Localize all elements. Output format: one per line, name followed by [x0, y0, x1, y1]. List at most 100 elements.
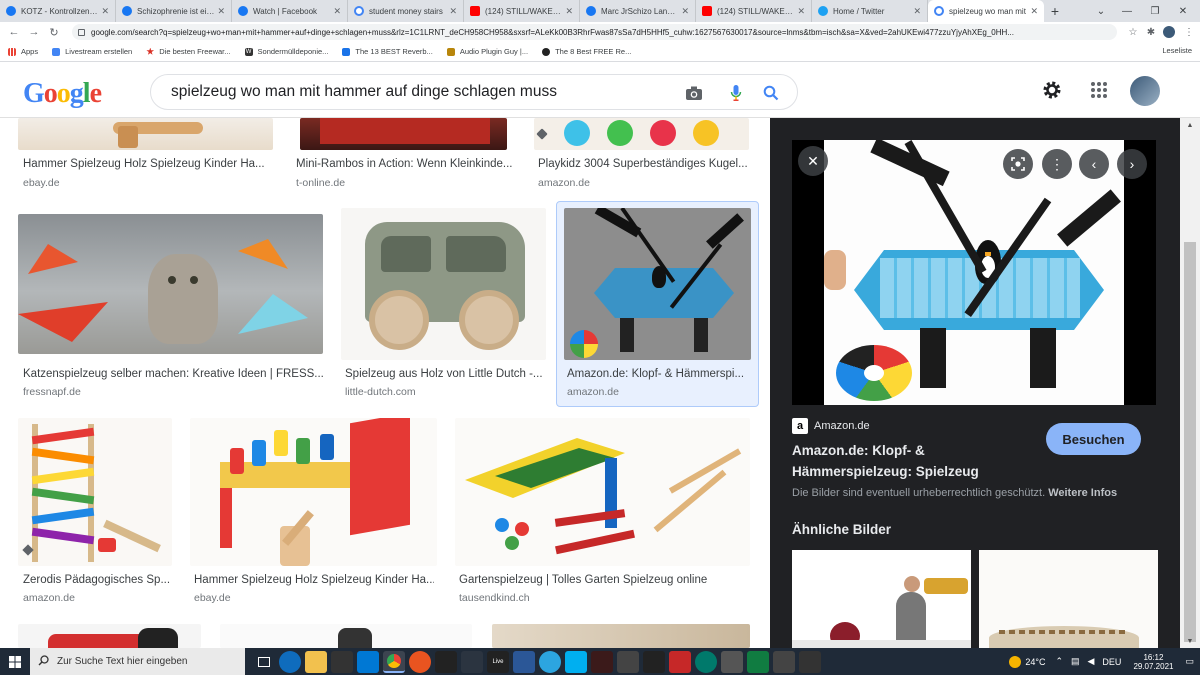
chevron-up-icon[interactable]: ⌃	[1055, 656, 1063, 667]
extensions-puzzle-icon[interactable]: ✱	[1142, 22, 1160, 42]
scroll-up-icon[interactable]: ▲	[1180, 118, 1200, 132]
apps-grid-icon[interactable]	[1087, 78, 1111, 102]
bookmark-item[interactable]: The 8 Best FREE Re...	[542, 47, 631, 56]
result-title[interactable]: Hammer Spielzeug Holz Spielzeug Kinder H…	[194, 574, 434, 586]
app-icon[interactable]	[695, 650, 717, 673]
page-scrollbar[interactable]: ▲ ▼	[1180, 118, 1200, 648]
result-source[interactable]: amazon.de	[567, 386, 619, 398]
bookmark-item[interactable]: The 13 BEST Reverb...	[342, 47, 433, 56]
result-image[interactable]	[534, 118, 749, 150]
preview-source[interactable]: a Amazon.de	[792, 418, 870, 434]
forward-arrow-icon[interactable]: →	[24, 26, 44, 38]
close-icon[interactable]: ✕	[913, 6, 921, 17]
live-app-icon[interactable]: Live	[487, 650, 509, 673]
visit-button[interactable]: Besuchen	[1046, 423, 1141, 455]
result-source[interactable]: amazon.de	[538, 177, 590, 189]
result-title[interactable]: Katzenspielzeug selber machen: Kreative …	[23, 368, 323, 380]
settings-gear-icon[interactable]	[1040, 78, 1064, 102]
mail-icon[interactable]	[357, 650, 379, 673]
browser-tab[interactable]: (124) STILL/WAKE - Alt ✕	[696, 0, 812, 22]
result-title[interactable]: Spielzeug aus Holz von Little Dutch -...	[345, 368, 545, 380]
app-icon[interactable]	[435, 650, 457, 673]
back-arrow-icon[interactable]: ←	[4, 26, 24, 38]
search-input[interactable]: spielzeug wo man mit hammer auf dinge sc…	[150, 74, 798, 110]
more-info-link[interactable]: Weitere Infos	[1048, 487, 1117, 499]
preview-image[interactable]	[792, 140, 1156, 405]
new-tab-plus-icon[interactable]: +	[1044, 0, 1066, 22]
close-icon[interactable]: ✕	[217, 6, 225, 17]
browser-tab[interactable]: Watch | Facebook ✕	[232, 0, 348, 22]
close-icon[interactable]: ✕	[333, 6, 341, 17]
windows-start-icon[interactable]	[0, 648, 30, 675]
result-image-selected[interactable]	[564, 208, 751, 360]
browser-tab[interactable]: Schizophrenie ist eine ✕	[116, 0, 232, 22]
menu-dots-icon[interactable]: ⋮	[1180, 22, 1198, 42]
microphone-icon[interactable]	[726, 83, 746, 103]
telegram-icon[interactable]	[539, 650, 561, 673]
app-icon[interactable]	[617, 650, 639, 673]
browser-tab[interactable]: KOTZ - Kontrollzentru ✕	[0, 0, 116, 22]
result-title[interactable]: Gartenspielzeug | Tolles Garten Spielzeu…	[459, 574, 749, 586]
bookmark-item[interactable]: W Sondermülldeponie...	[244, 47, 328, 56]
browser-tab[interactable]: (124) STILL/WAKE - Alt ✕	[464, 0, 580, 22]
maximize-icon[interactable]: ❐	[1140, 0, 1170, 22]
close-icon[interactable]: ✕	[1030, 6, 1038, 17]
app-icon[interactable]	[643, 650, 665, 673]
app-icon[interactable]	[591, 650, 613, 673]
result-image[interactable]	[18, 418, 172, 566]
similar-image[interactable]	[979, 550, 1158, 650]
profile-avatar-icon[interactable]	[1160, 22, 1178, 42]
store-icon[interactable]	[331, 650, 353, 673]
temperature-label[interactable]: 24°C	[1025, 657, 1045, 667]
account-avatar[interactable]	[1130, 76, 1160, 106]
result-image[interactable]	[190, 418, 437, 566]
result-image[interactable]	[220, 624, 472, 648]
result-source[interactable]: fressnapf.de	[23, 386, 81, 398]
bookmark-item[interactable]: Livestream erstellen	[52, 47, 132, 56]
result-image[interactable]	[341, 208, 546, 360]
result-image[interactable]	[492, 624, 750, 648]
more-options-icon[interactable]: ⋮	[1042, 149, 1072, 179]
result-source[interactable]: ebay.de	[194, 592, 231, 604]
app-icon[interactable]	[773, 650, 795, 673]
result-image[interactable]	[455, 418, 750, 566]
network-icon[interactable]: ▤	[1071, 656, 1080, 667]
star-icon[interactable]: ☆	[1124, 22, 1142, 42]
bookmark-item[interactable]: Audio Plugin Guy |...	[446, 47, 528, 56]
previous-arrow-icon[interactable]: ‹	[1079, 149, 1109, 179]
preview-title[interactable]: Amazon.de: Klopf- & Hämmerspielzeug: Spi…	[792, 440, 1012, 482]
result-title[interactable]: Hammer Spielzeug Holz Spielzeug Kinder H…	[23, 158, 268, 170]
scroll-down-icon[interactable]: ▼	[1180, 634, 1200, 648]
close-icon[interactable]: ✕	[798, 146, 828, 176]
search-icon[interactable]	[761, 83, 781, 103]
taskbar-search-input[interactable]: Zur Suche Text hier eingeben	[30, 648, 245, 675]
lens-icon[interactable]	[1003, 149, 1033, 179]
close-icon[interactable]: ✕	[101, 6, 109, 17]
result-title[interactable]: Playkidz 3004 Superbeständiges Kugel...	[538, 158, 758, 170]
terminal-icon[interactable]	[799, 650, 821, 673]
ubuntu-icon[interactable]	[409, 650, 431, 673]
notification-icon[interactable]: ▭	[1185, 656, 1194, 667]
edge-icon[interactable]	[279, 650, 301, 673]
close-icon[interactable]: ✕	[565, 6, 573, 17]
result-image[interactable]	[18, 214, 323, 354]
window-close-icon[interactable]: ✕	[1168, 0, 1198, 22]
result-source[interactable]: ebay.de	[23, 177, 60, 189]
chrome-icon[interactable]	[383, 650, 405, 673]
close-icon[interactable]: ✕	[681, 6, 689, 17]
google-logo[interactable]: Google	[23, 78, 102, 110]
reload-icon[interactable]: ↻	[44, 26, 64, 39]
result-source[interactable]: little-dutch.com	[345, 386, 416, 398]
close-icon[interactable]: ✕	[449, 6, 457, 17]
result-source[interactable]: tausendkind.ch	[459, 592, 530, 604]
result-image[interactable]	[300, 118, 507, 150]
bookmark-apps[interactable]: Apps	[8, 47, 38, 56]
browser-tab[interactable]: student money stairs ✕	[348, 0, 464, 22]
next-arrow-icon[interactable]: ›	[1117, 149, 1147, 179]
browser-tab-active[interactable]: spielzeug wo man mit ✕	[928, 0, 1044, 22]
app-icon[interactable]	[747, 650, 769, 673]
address-bar[interactable]: google.com/search?q=spielzeug+wo+man+mit…	[72, 24, 1117, 40]
speaker-icon[interactable]: ◀	[1088, 656, 1095, 667]
result-title[interactable]: Zerodis Pädagogisches Sp...	[23, 574, 173, 586]
result-source[interactable]: t-online.de	[296, 177, 345, 189]
